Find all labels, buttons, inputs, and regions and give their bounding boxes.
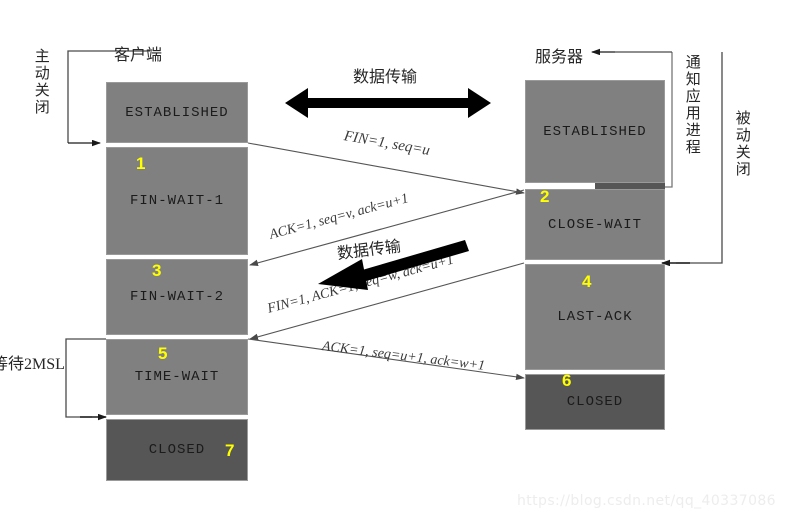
data-transfer-arrow-top bbox=[285, 88, 491, 118]
watermark: https://blog.csdn.net/qq_40337086 bbox=[517, 493, 776, 509]
tcp-termination-diagram: ESTABLISHED FIN-WAIT-1 1 FIN-WAIT-2 3 TI… bbox=[0, 0, 786, 517]
data-transfer-arrows-layer bbox=[285, 88, 491, 290]
data-transfer-arrow-mid bbox=[318, 240, 469, 290]
